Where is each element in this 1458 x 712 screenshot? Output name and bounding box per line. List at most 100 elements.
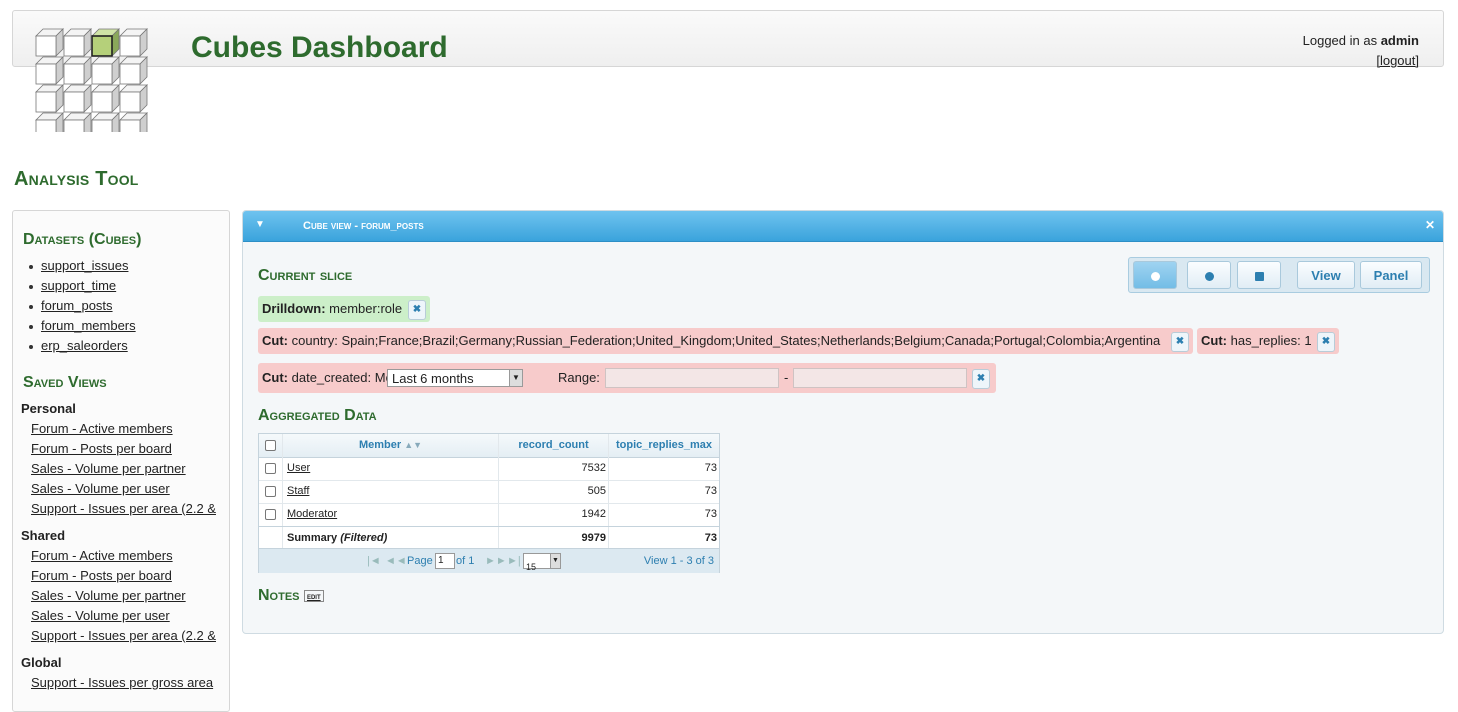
current-slice-heading: Current slice [258,267,353,284]
view-link[interactable]: Sales - Volume per partner [31,461,186,476]
rows-per-page-value: 15 [526,562,537,572]
datasets-list: support_issues support_time forum_posts … [13,256,229,356]
view-link[interactable]: Forum - Active members [31,548,173,563]
view-item[interactable]: Sales - Volume per partner [13,459,229,479]
view-link[interactable]: Support - Issues per area (2.2 & [31,501,216,516]
download-button[interactable] [1133,261,1177,289]
view-item[interactable]: Forum - Posts per board [13,566,229,586]
view-item[interactable]: Forum - Posts per board [13,439,229,459]
dataset-link[interactable]: forum_posts [41,298,113,313]
logo-cube [63,119,85,132]
row-select-cell[interactable] [259,503,283,526]
cut-value: country: Spain;France;Brazil;Germany;Rus… [291,333,1161,348]
close-icon[interactable]: ✕ [1425,218,1435,232]
range-start-input[interactable] [605,368,779,388]
view-item[interactable]: Support - Issues per area (2.2 & [13,499,229,519]
prev-page-icon[interactable]: ◄◄ [385,555,407,567]
range-end-input[interactable] [793,368,967,388]
panel-button[interactable]: Panel [1360,261,1422,289]
view-item[interactable]: Support - Issues per area (2.2 & [13,626,229,646]
summary-label: Summary [287,532,338,544]
cut-field: date_created: [291,370,372,385]
dataset-item[interactable]: forum_members [13,316,229,336]
chevron-down-icon: ▼ [550,554,560,568]
logo-cube [91,91,113,113]
cut-value: has_replies: 1 [1230,333,1312,348]
page-number-input[interactable]: 1 [435,553,455,569]
notes-heading: Notes edit [258,587,324,605]
view-link[interactable]: Sales - Volume per user [31,481,170,496]
dataset-link[interactable]: forum_members [41,318,136,333]
dataset-item[interactable]: support_issues [13,256,229,276]
logo-cube [63,35,85,57]
row-checkbox[interactable] [265,485,276,497]
dataset-link[interactable]: support_time [41,278,116,293]
member-link[interactable]: Moderator [287,508,337,520]
remove-cut-button[interactable]: ✖ [1171,332,1189,352]
row-select-cell[interactable] [259,480,283,503]
view-link[interactable]: Support - Issues per gross area [31,675,213,690]
view-link[interactable]: Sales - Volume per partner [31,588,186,603]
last-page-icon[interactable]: ►| [507,555,521,567]
column-header-member[interactable]: Member ▲▼ [283,434,499,457]
history-button[interactable] [1187,261,1231,289]
summary-topic-replies-max: 73 [704,532,717,544]
cut-label: Cut: [262,333,288,348]
view-link[interactable]: Forum - Posts per board [31,441,172,456]
dataset-link[interactable]: erp_saleorders [41,338,128,353]
range-separator: - [784,370,789,385]
view-item[interactable]: Forum - Active members [13,546,229,566]
remove-cut-button[interactable]: ✖ [1317,332,1335,352]
remove-cut-button[interactable]: ✖ [972,369,990,389]
summary-qualifier: (Filtered) [340,532,388,544]
row-select-cell[interactable] [259,457,283,480]
rows-per-page-select[interactable]: 15 ▼ [523,553,561,572]
notes-edit-link[interactable]: edit [303,589,324,602]
view-link[interactable]: Sales - Volume per user [31,608,170,623]
summary-record-count: 9979 [499,527,609,550]
view-item[interactable]: Sales - Volume per user [13,606,229,626]
next-page-icon[interactable]: ►► [485,555,507,567]
view-button[interactable]: View [1297,261,1355,289]
view-link[interactable]: Forum - Posts per board [31,568,172,583]
column-header-record-count[interactable]: record_count [499,434,609,457]
table-row[interactable]: User 7532 73 [259,457,719,481]
drilldown-chip: Drilldown: member:role ✖ [258,296,430,322]
column-header-topic-replies-max[interactable]: topic_replies_max [609,434,719,457]
select-all-checkbox[interactable] [265,439,276,451]
mode-select[interactable]: Last 6 months ▼ [387,369,523,387]
view-item[interactable]: Forum - Active members [13,419,229,439]
dataset-item[interactable]: support_time [13,276,229,296]
view-item[interactable]: Support - Issues per gross area [13,673,229,693]
aggregated-data-heading: Aggregated Data [258,407,377,424]
page-count: of 1 [456,555,475,567]
login-status: Logged in as admin [logout] [1303,31,1419,71]
member-cell: Staff [283,480,499,503]
member-link[interactable]: User [287,462,310,474]
view-count: View 1 - 3 of 3 [643,555,714,567]
dataset-link[interactable]: support_issues [41,258,128,273]
row-checkbox[interactable] [265,508,276,520]
logout-link[interactable]: [logout] [1376,53,1419,68]
logo-cube [91,63,113,85]
table-row[interactable]: Staff 505 73 [259,480,719,504]
dataset-item[interactable]: erp_saleorders [13,336,229,356]
select-all-cell[interactable] [259,434,283,457]
table-button[interactable] [1237,261,1281,289]
member-link[interactable]: Staff [287,485,309,497]
view-item[interactable]: Sales - Volume per partner [13,586,229,606]
collapse-caret-icon[interactable]: ▼ [255,219,265,230]
logo-cube [63,63,85,85]
mode-value: Last 6 months [392,371,474,386]
first-page-icon[interactable]: |◄ [367,555,381,567]
view-link[interactable]: Support - Issues per area (2.2 & [31,628,216,643]
view-item[interactable]: Sales - Volume per user [13,479,229,499]
row-checkbox[interactable] [265,462,276,474]
download-icon [1150,272,1160,282]
view-link[interactable]: Forum - Active members [31,421,173,436]
dataset-item[interactable]: forum_posts [13,296,229,316]
panel-titlebar[interactable]: ▼ Cube view - forum_posts ✕ [243,211,1443,242]
remove-drilldown-button[interactable]: ✖ [408,300,426,320]
record-count-cell: 7532 [499,457,609,480]
table-row[interactable]: Moderator 1942 73 [259,503,719,527]
